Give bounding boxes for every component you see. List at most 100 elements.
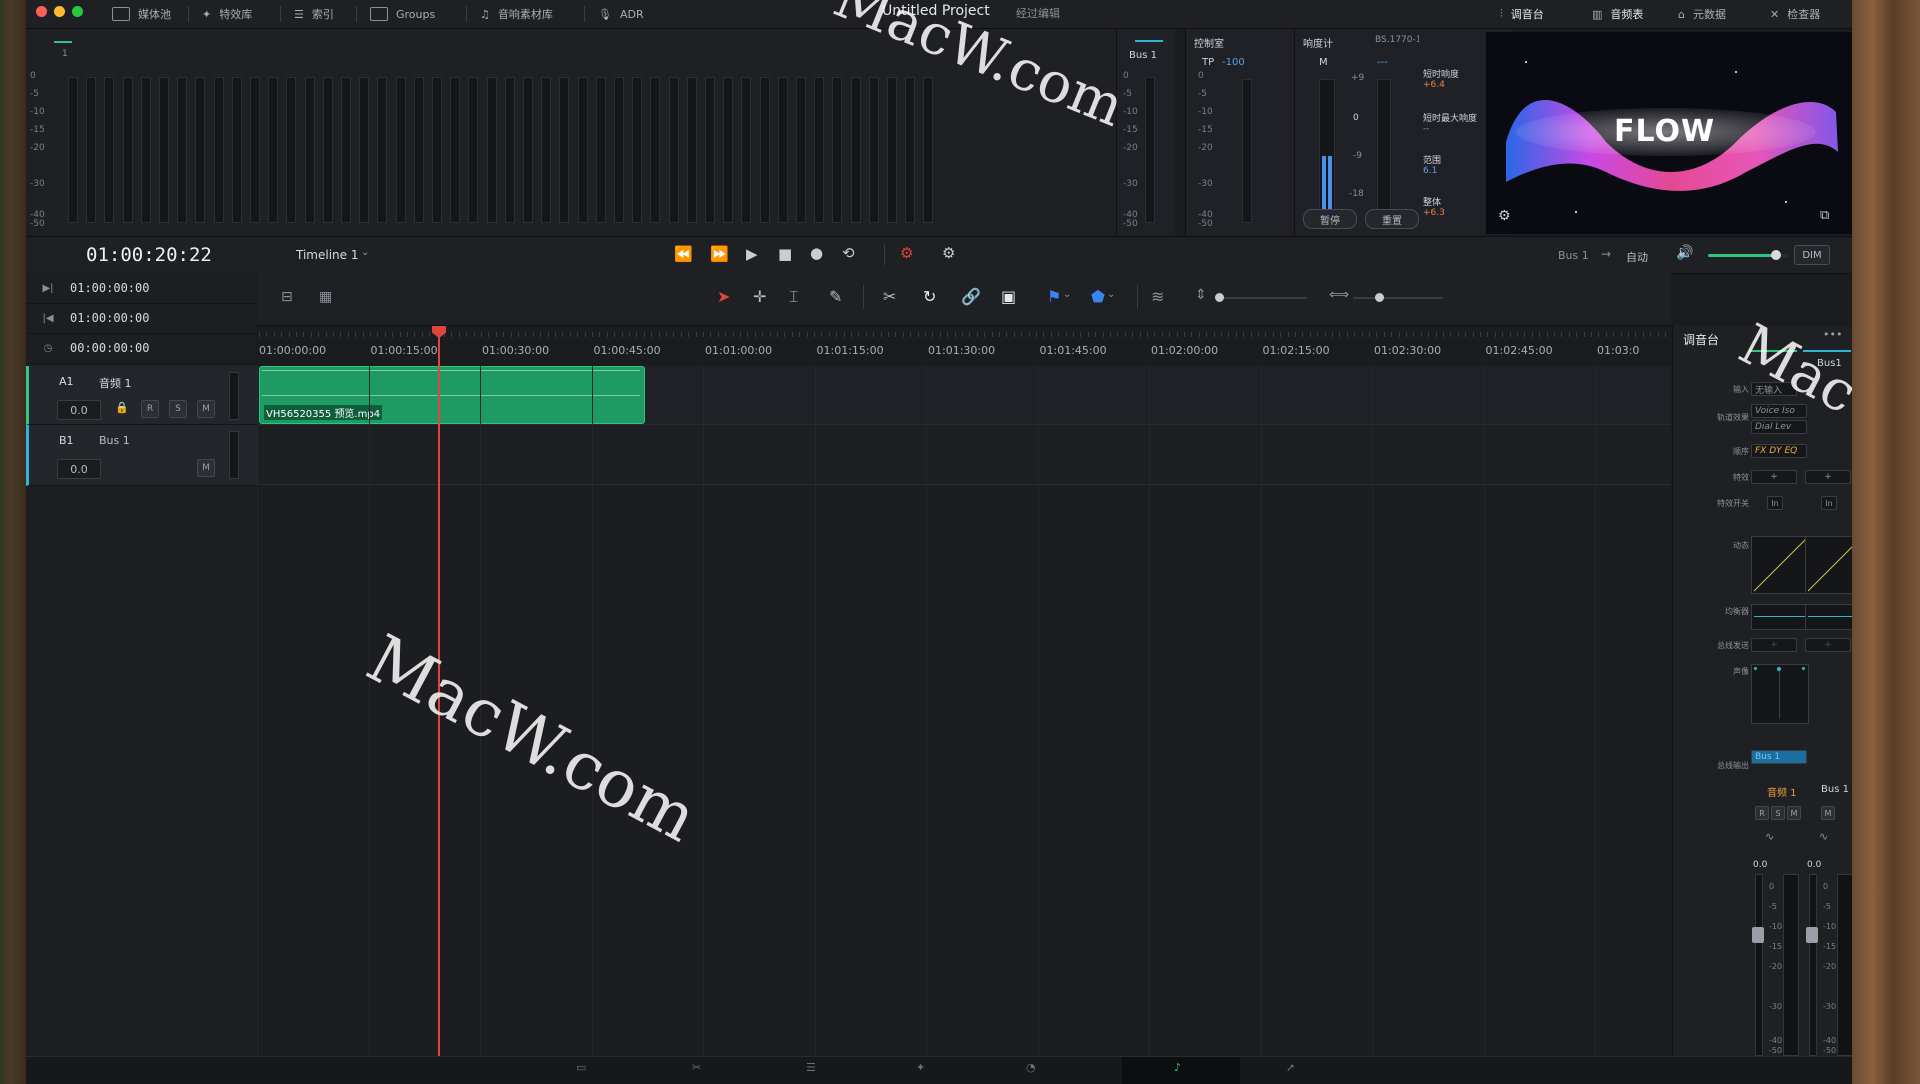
mute-button[interactable]: M — [197, 400, 215, 418]
link-icon[interactable]: 🔗 — [961, 287, 981, 306]
deliver-page-icon[interactable]: ➚ — [1286, 1061, 1295, 1074]
meters-toggle-button[interactable]: ▥ 音频表 — [1592, 4, 1643, 24]
marker-dropdown-icon[interactable]: ⌄ — [1107, 289, 1115, 300]
timecode-display[interactable]: 01:00:20:22 — [86, 244, 212, 266]
processing-order[interactable]: FX DY EQ — [1751, 444, 1807, 458]
zoom-window-button[interactable] — [72, 6, 83, 17]
stop-icon[interactable]: ■ — [778, 245, 792, 263]
fast-forward-icon[interactable]: ⏩ — [710, 245, 729, 263]
auto-track-icon[interactable]: ▣ — [1001, 287, 1016, 306]
effects-in-button-1[interactable]: In — [1767, 496, 1783, 510]
adr-button[interactable]: 🎙 ADR — [598, 4, 644, 24]
selection-tool-icon[interactable]: ➤ — [717, 287, 730, 306]
index-button[interactable]: ☰ 索引 — [294, 4, 334, 24]
close-window-button[interactable] — [36, 6, 47, 17]
fader-2-track[interactable] — [1806, 874, 1818, 1056]
play-icon[interactable]: ▶ — [746, 245, 758, 263]
pause-button[interactable]: 暂停 — [1303, 209, 1357, 229]
flag-icon[interactable]: ⚑ — [1047, 287, 1061, 306]
eq-graph-1[interactable] — [1751, 604, 1809, 630]
minimize-window-button[interactable] — [54, 6, 65, 17]
vertical-zoom-knob[interactable] — [1215, 293, 1224, 302]
flag-dropdown-icon[interactable]: ⌄ — [1063, 289, 1071, 300]
effects-library-button[interactable]: ✦ 特效库 — [202, 4, 252, 24]
metadata-button[interactable]: ⌂ 元数据 — [1678, 4, 1726, 24]
loop-icon[interactable]: ⟲ — [842, 244, 855, 262]
mixer-bus-mute-button[interactable]: M — [1821, 806, 1835, 820]
mixer-solo-button[interactable]: S — [1771, 806, 1785, 820]
track-volume[interactable]: 0.0 — [57, 400, 101, 420]
speaker-icon[interactable]: 🔊 — [1676, 245, 1693, 261]
marker-icon[interactable]: ⬟ — [1091, 287, 1105, 306]
viewer-fullscreen-icon[interactable]: ⧉ — [1820, 208, 1829, 223]
mixer-toggle-button[interactable]: ⫶ 调音台 — [1500, 4, 1544, 24]
pencil-tool-icon[interactable]: ✎ — [829, 287, 842, 306]
add-effect-button-1[interactable]: + — [1751, 470, 1797, 484]
audio-clip[interactable]: VH56520355 预览.mp4 — [259, 366, 645, 424]
track-header-a1[interactable]: A1 音频 1 0.0 🔒 R S M — [26, 366, 259, 425]
fairlight-page-tab[interactable]: ♪ — [1122, 1057, 1240, 1084]
record-arm-button[interactable]: R — [141, 400, 159, 418]
horizontal-zoom-knob[interactable] — [1375, 293, 1384, 302]
mixer-record-button[interactable]: R — [1755, 806, 1769, 820]
solo-button[interactable]: S — [169, 400, 187, 418]
edit-page-icon[interactable]: ☰ — [806, 1061, 816, 1074]
duration-timecode[interactable]: 00:00:00:00 — [70, 341, 149, 355]
horizontal-zoom-icon[interactable]: ⟺ — [1329, 287, 1349, 303]
bus-volume[interactable]: 0.0 — [57, 459, 101, 479]
color-page-icon[interactable]: ◔ — [1026, 1061, 1036, 1074]
video-viewer[interactable]: FLOW ⚙ ⧉ — [1486, 32, 1852, 234]
reset-button[interactable]: 重置 — [1365, 209, 1419, 229]
track-name[interactable]: 音频 1 — [99, 375, 132, 391]
vertical-zoom-icon[interactable]: ⇕ — [1195, 287, 1207, 303]
automation-icon[interactable]: ⚙ — [942, 244, 955, 262]
record-icon[interactable]: ● — [810, 244, 823, 262]
dynamics-graph-2[interactable] — [1805, 536, 1852, 594]
track-header-b1[interactable]: B1 Bus 1 0.0 M — [26, 425, 259, 486]
fader-1-value[interactable]: 0.0 — [1753, 860, 1767, 870]
effects-in-button-2[interactable]: In — [1821, 496, 1837, 510]
snap-icon[interactable]: ↻ — [923, 287, 936, 306]
fader-1-knob[interactable] — [1752, 927, 1764, 943]
inspector-button[interactable]: ✕ 检查器 — [1770, 4, 1820, 24]
fader-1-track[interactable] — [1752, 874, 1764, 1056]
mixer-more-button[interactable]: ••• — [1823, 328, 1842, 341]
waveform-icon[interactable]: ≋ — [1151, 287, 1164, 306]
bus-send-2[interactable]: + — [1805, 638, 1851, 652]
mixer-mute-button[interactable]: M — [1787, 806, 1801, 820]
horizontal-zoom-slider[interactable] — [1353, 293, 1443, 302]
auto-label[interactable]: 自动 — [1626, 249, 1648, 265]
dim-button[interactable]: DIM — [1794, 245, 1830, 265]
add-effect-button-2[interactable]: + — [1805, 470, 1851, 484]
viewer-settings-icon[interactable]: ⚙ — [1498, 208, 1511, 224]
out-point-timecode[interactable]: 01:00:00:00 — [70, 311, 149, 325]
bus-name[interactable]: Bus 1 — [99, 434, 130, 447]
in-point-timecode[interactable]: 01:00:00:00 — [70, 281, 149, 295]
eq-graph-2[interactable] — [1805, 604, 1852, 630]
timeline-ruler[interactable]: 01:00:00:00 01:00:15:00 01:00:30:00 01:00:4… — [257, 326, 1671, 367]
fader-2-value[interactable]: 0.0 — [1807, 860, 1821, 870]
edit-tool-icon[interactable]: ⌶ — [789, 287, 799, 307]
track-lane-b1[interactable] — [257, 425, 1671, 485]
grid-view-icon[interactable]: ▦ — [319, 289, 332, 305]
vertical-zoom-slider[interactable] — [1215, 293, 1307, 302]
track-options-icon[interactable]: ⊟ — [281, 289, 293, 305]
range-tool-icon[interactable]: ✛ — [753, 287, 766, 306]
fader-2-knob[interactable] — [1806, 927, 1818, 943]
media-page-icon[interactable]: ▭ — [576, 1061, 586, 1074]
effect-dialogue-leveler[interactable]: Dial Lev — [1751, 420, 1807, 434]
sound-library-button[interactable]: ♫ 音响素材库 — [480, 4, 553, 24]
channel-2-automation-icon[interactable]: ∿ — [1819, 830, 1828, 843]
rewind-icon[interactable]: ⏪ — [674, 245, 693, 263]
media-pool-button[interactable]: 媒体池 — [112, 4, 171, 24]
volume-knob[interactable] — [1771, 250, 1781, 260]
bus-output-assign[interactable]: Bus 1 — [1751, 750, 1807, 764]
fusion-page-icon[interactable]: ✦ — [916, 1061, 925, 1074]
record-arm-icon[interactable]: ⚙ — [900, 244, 913, 262]
groups-button[interactable]: Groups — [370, 4, 435, 24]
bus-mute-button[interactable]: M — [197, 459, 215, 477]
timeline-selector[interactable]: Timeline 1 — [296, 248, 358, 262]
dynamics-graph-1[interactable] — [1751, 536, 1809, 594]
channel-1-automation-icon[interactable]: ∿ — [1765, 830, 1774, 843]
lock-icon[interactable]: 🔒 — [115, 401, 129, 414]
